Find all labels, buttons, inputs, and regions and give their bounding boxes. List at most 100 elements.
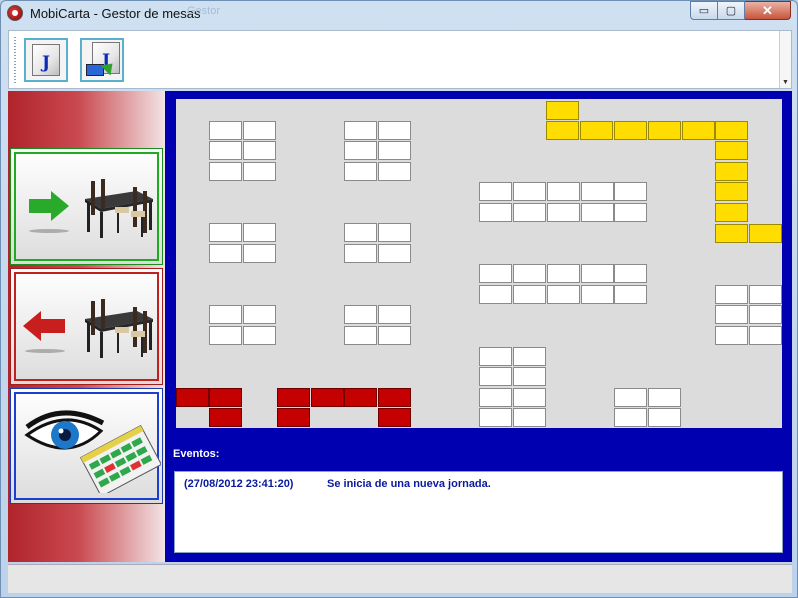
table-free[interactable] bbox=[715, 326, 748, 345]
table-free[interactable] bbox=[209, 326, 242, 345]
table-free[interactable] bbox=[479, 203, 512, 222]
table-free[interactable] bbox=[479, 347, 512, 366]
maximize-button[interactable]: ▢ bbox=[718, 1, 745, 20]
table-free[interactable] bbox=[581, 285, 614, 304]
table-free[interactable] bbox=[479, 182, 512, 201]
view-map-button[interactable] bbox=[10, 388, 163, 504]
table-occupied[interactable] bbox=[715, 203, 748, 222]
table-closed[interactable] bbox=[378, 388, 411, 407]
table-free[interactable] bbox=[378, 121, 411, 140]
toolbar-scroll[interactable] bbox=[779, 31, 791, 88]
table-closed[interactable] bbox=[378, 408, 411, 427]
table-occupied[interactable] bbox=[715, 162, 748, 181]
table-free[interactable] bbox=[209, 305, 242, 324]
table-free[interactable] bbox=[749, 326, 782, 345]
table-closed[interactable] bbox=[277, 408, 310, 427]
toolbar-grip[interactable] bbox=[14, 37, 16, 83]
table-free[interactable] bbox=[479, 285, 512, 304]
table-occupied[interactable] bbox=[546, 101, 579, 120]
table-free[interactable] bbox=[614, 182, 647, 201]
table-occupied[interactable] bbox=[715, 121, 748, 140]
table-free[interactable] bbox=[715, 305, 748, 324]
enter-tables-button[interactable] bbox=[10, 148, 163, 265]
table-free[interactable] bbox=[614, 408, 647, 427]
table-free[interactable] bbox=[547, 203, 580, 222]
table-closed[interactable] bbox=[209, 408, 242, 427]
jornada-document-button[interactable]: J bbox=[24, 38, 68, 82]
table-occupied[interactable] bbox=[614, 121, 647, 140]
table-free[interactable] bbox=[243, 162, 276, 181]
table-free[interactable] bbox=[513, 388, 546, 407]
table-free[interactable] bbox=[378, 141, 411, 160]
table-free[interactable] bbox=[479, 408, 512, 427]
table-free[interactable] bbox=[243, 141, 276, 160]
table-free[interactable] bbox=[581, 203, 614, 222]
table-free[interactable] bbox=[513, 264, 546, 283]
table-free[interactable] bbox=[614, 285, 647, 304]
table-free[interactable] bbox=[378, 326, 411, 345]
table-occupied[interactable] bbox=[648, 121, 681, 140]
table-free[interactable] bbox=[581, 264, 614, 283]
table-free[interactable] bbox=[243, 305, 276, 324]
table-free[interactable] bbox=[243, 326, 276, 345]
table-closed[interactable] bbox=[344, 388, 377, 407]
table-free[interactable] bbox=[715, 285, 748, 304]
table-free[interactable] bbox=[209, 223, 242, 242]
table-free[interactable] bbox=[344, 141, 377, 160]
table-free[interactable] bbox=[547, 285, 580, 304]
table-free[interactable] bbox=[614, 264, 647, 283]
table-free[interactable] bbox=[479, 367, 512, 386]
table-closed[interactable] bbox=[277, 388, 310, 407]
table-closed[interactable] bbox=[209, 388, 242, 407]
close-button[interactable]: ✕ bbox=[745, 1, 791, 20]
table-free[interactable] bbox=[648, 408, 681, 427]
table-occupied[interactable] bbox=[682, 121, 715, 140]
table-free[interactable] bbox=[513, 347, 546, 366]
table-free[interactable] bbox=[243, 121, 276, 140]
table-free[interactable] bbox=[749, 305, 782, 324]
table-free[interactable] bbox=[209, 141, 242, 160]
table-free[interactable] bbox=[344, 121, 377, 140]
jornada-terminal-button[interactable]: J bbox=[80, 38, 124, 82]
title-bar[interactable]: MobiCarta - Gestor de mesas Gestor ▭ ▢ ✕ bbox=[1, 1, 797, 25]
table-free[interactable] bbox=[648, 388, 681, 407]
table-free[interactable] bbox=[614, 388, 647, 407]
table-free[interactable] bbox=[344, 223, 377, 242]
table-free[interactable] bbox=[344, 305, 377, 324]
table-closed[interactable] bbox=[176, 388, 209, 407]
table-free[interactable] bbox=[547, 182, 580, 201]
events-log[interactable]: (27/08/2012 23:41:20) Se inicia de una nu… bbox=[174, 471, 783, 553]
table-occupied[interactable] bbox=[715, 141, 748, 160]
table-free[interactable] bbox=[378, 305, 411, 324]
table-free[interactable] bbox=[581, 182, 614, 201]
table-free[interactable] bbox=[378, 223, 411, 242]
table-free[interactable] bbox=[513, 285, 546, 304]
table-free[interactable] bbox=[243, 244, 276, 263]
table-free[interactable] bbox=[513, 367, 546, 386]
table-free[interactable] bbox=[513, 408, 546, 427]
table-free[interactable] bbox=[479, 388, 512, 407]
table-occupied[interactable] bbox=[749, 224, 782, 243]
table-occupied[interactable] bbox=[546, 121, 579, 140]
table-occupied[interactable] bbox=[715, 182, 748, 201]
table-free[interactable] bbox=[243, 223, 276, 242]
app-logo-icon[interactable] bbox=[7, 5, 23, 21]
table-free[interactable] bbox=[749, 285, 782, 304]
table-closed[interactable] bbox=[311, 388, 344, 407]
table-free[interactable] bbox=[344, 162, 377, 181]
exit-tables-button[interactable] bbox=[10, 268, 163, 385]
table-free[interactable] bbox=[344, 244, 377, 263]
table-free[interactable] bbox=[479, 264, 512, 283]
table-free[interactable] bbox=[209, 121, 242, 140]
table-free[interactable] bbox=[209, 244, 242, 263]
table-free[interactable] bbox=[378, 162, 411, 181]
table-free[interactable] bbox=[344, 326, 377, 345]
minimize-button[interactable]: ▭ bbox=[690, 1, 718, 20]
table-free[interactable] bbox=[209, 162, 242, 181]
table-occupied[interactable] bbox=[580, 121, 613, 140]
table-free[interactable] bbox=[513, 182, 546, 201]
table-occupied[interactable] bbox=[715, 224, 748, 243]
table-free[interactable] bbox=[378, 244, 411, 263]
table-free[interactable] bbox=[547, 264, 580, 283]
table-free[interactable] bbox=[513, 203, 546, 222]
